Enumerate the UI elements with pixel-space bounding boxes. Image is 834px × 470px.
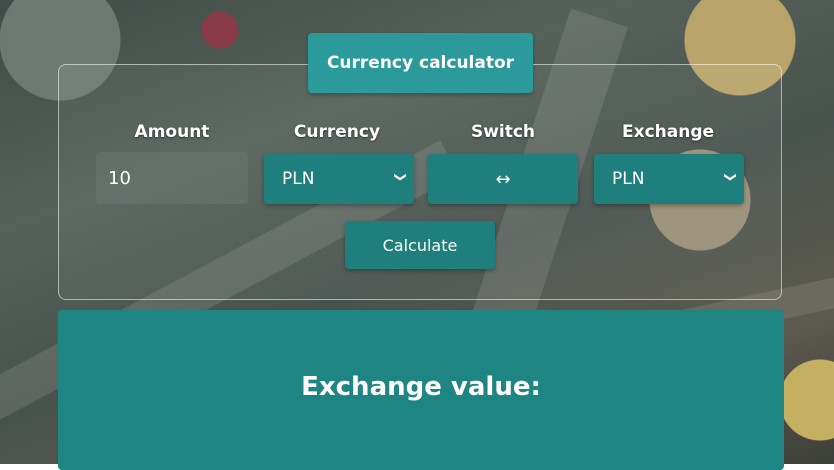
result-panel: Exchange value: [58, 310, 784, 470]
switch-currencies-button[interactable]: ↔ [428, 154, 578, 204]
exchange-select[interactable]: PLN ❯ [594, 154, 744, 204]
app-title-button[interactable]: Currency calculator [308, 33, 533, 93]
calculate-button[interactable]: Calculate [345, 221, 495, 269]
currency-selected-value: PLN [282, 169, 315, 189]
exchange-selected-value: PLN [612, 169, 645, 189]
chevron-down-icon: ❯ [723, 171, 738, 183]
amount-input[interactable]: 10 [96, 152, 248, 204]
exchange-label: Exchange [621, 122, 715, 142]
currency-label: Currency [293, 122, 381, 142]
result-title: Exchange value: [301, 372, 541, 402]
switch-label: Switch [470, 122, 536, 142]
chevron-down-icon: ❯ [393, 171, 408, 183]
currency-select[interactable]: PLN ❯ [264, 154, 414, 204]
swap-arrows-icon: ↔ [495, 168, 511, 190]
amount-value: 10 [108, 167, 131, 189]
amount-label: Amount [134, 122, 210, 142]
